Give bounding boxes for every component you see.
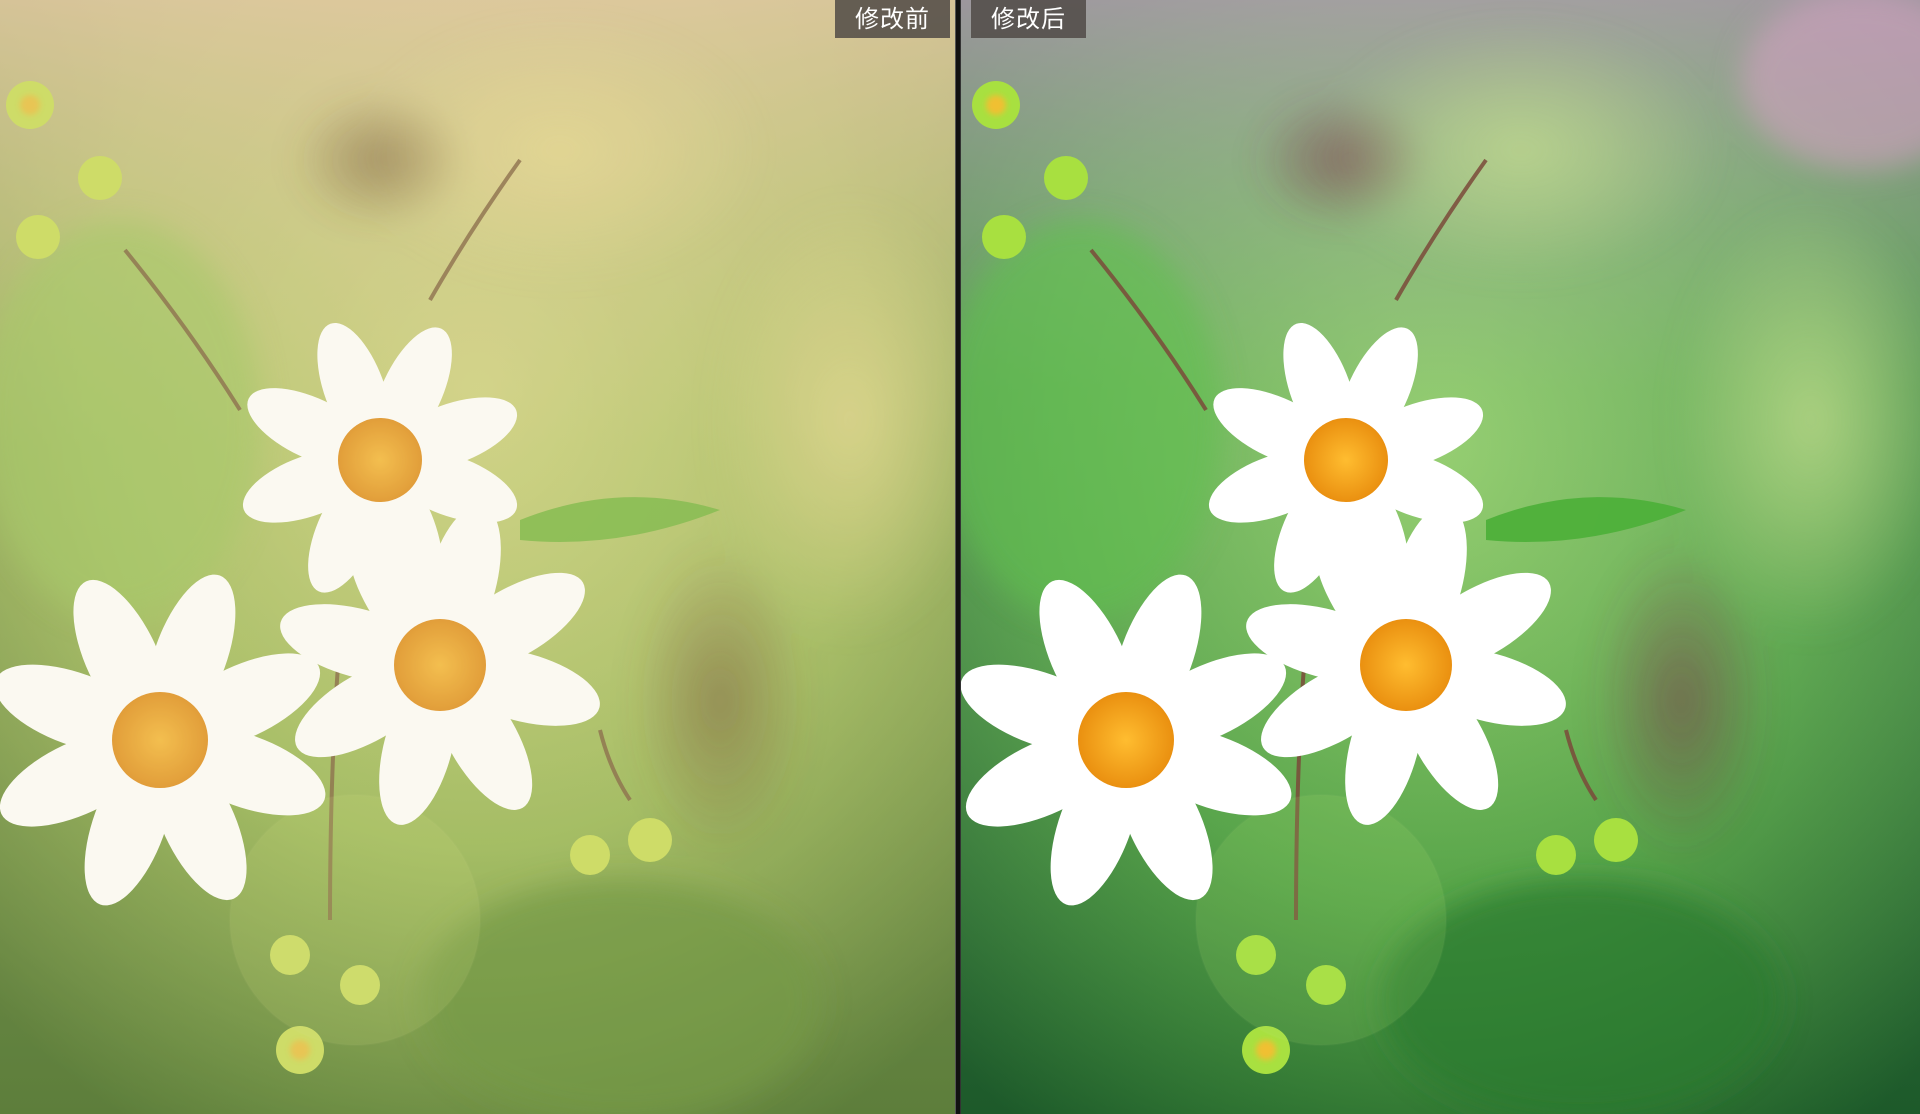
after-image-pane[interactable]: 修改后 [961, 0, 1920, 1114]
before-image-pane[interactable]: 修改前 [0, 0, 955, 1114]
after-photo [961, 0, 1920, 1114]
before-photo [0, 0, 955, 1114]
before-after-viewer: 修改前 修改后 [0, 0, 1920, 1114]
after-label: 修改后 [971, 0, 1086, 38]
before-label: 修改前 [835, 0, 950, 38]
